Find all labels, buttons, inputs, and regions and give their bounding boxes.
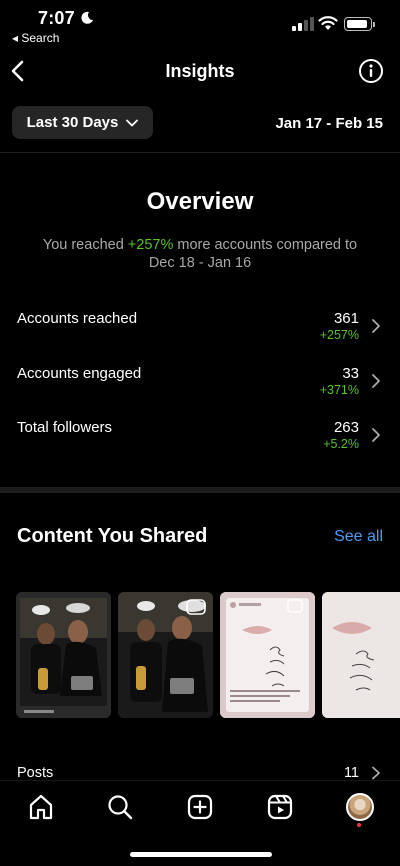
metric-label: Accounts reached: [17, 310, 138, 327]
search-icon[interactable]: [106, 793, 134, 821]
divider: [0, 152, 400, 153]
moon-icon: [81, 11, 93, 24]
chevron-right-icon: [372, 319, 380, 333]
metric-change: +257%: [319, 328, 359, 342]
overview-desc-dates: Dec 18 - Jan 16: [148, 255, 252, 271]
metric-value: 361: [333, 310, 359, 327]
content-thumbnail[interactable]: [322, 592, 400, 718]
nav-header: Insights: [0, 52, 400, 92]
metric-change: +371%: [319, 383, 359, 397]
info-icon[interactable]: [358, 58, 384, 84]
overview-desc-percent: +257%: [127, 237, 174, 253]
notification-dot: [357, 823, 361, 827]
metric-label: Accounts engaged: [17, 365, 142, 382]
metric-change: +5.2%: [323, 437, 359, 451]
status-time: 7:07: [38, 8, 75, 28]
overview-description: You reached +257% more accounts compared…: [20, 236, 380, 272]
photo-image: [16, 592, 111, 718]
chevron-down-icon: [126, 119, 139, 126]
home-icon[interactable]: [27, 793, 55, 821]
metric-row-accounts-engaged[interactable]: Accounts engaged 33 +371%: [0, 363, 400, 407]
overview-title: Overview: [146, 188, 254, 215]
metric-row-accounts-reached[interactable]: Accounts reached 361 +257%: [0, 308, 400, 352]
create-post-icon[interactable]: [186, 793, 214, 821]
status-bar: 7:07 ◂ Search: [0, 0, 400, 50]
chevron-right-icon: [372, 374, 380, 388]
metric-value: 263: [333, 419, 359, 436]
signal-icon: [292, 17, 314, 31]
overview-desc-prefix: You reached: [42, 237, 128, 253]
photo-image: [118, 592, 213, 718]
metric-label: Total followers: [17, 419, 113, 436]
overview-desc-suffix: more accounts compared to: [173, 237, 358, 253]
home-indicator: [130, 852, 272, 857]
posts-label[interactable]: Posts: [17, 765, 53, 781]
chevron-right-icon[interactable]: [371, 766, 381, 780]
metric-value: 33: [342, 365, 359, 382]
battery-icon: [344, 17, 375, 31]
content-thumbnail[interactable]: [16, 592, 111, 718]
wifi-icon: [318, 16, 338, 30]
back-to-app-link[interactable]: ◂ Search: [12, 31, 59, 45]
post-image: [220, 592, 315, 718]
date-range-text: Jan 17 - Feb 15: [275, 115, 383, 132]
content-shared-title: Content You Shared: [17, 525, 208, 547]
content-thumbnail[interactable]: [220, 592, 315, 718]
see-all-link[interactable]: See all: [334, 528, 383, 546]
content-thumbnail[interactable]: [118, 592, 213, 718]
reels-icon[interactable]: [266, 793, 294, 821]
chevron-right-icon: [372, 428, 380, 442]
metric-row-total-followers[interactable]: Total followers 263 +5.2%: [0, 417, 400, 461]
post-image: [322, 592, 400, 718]
date-filter-label: Last 30 Days: [26, 114, 119, 131]
section-divider: [0, 487, 400, 493]
profile-avatar[interactable]: [346, 793, 374, 821]
date-filter-button[interactable]: Last 30 Days: [12, 106, 153, 139]
page-title: Insights: [165, 61, 235, 81]
posts-count: 11: [343, 765, 359, 781]
